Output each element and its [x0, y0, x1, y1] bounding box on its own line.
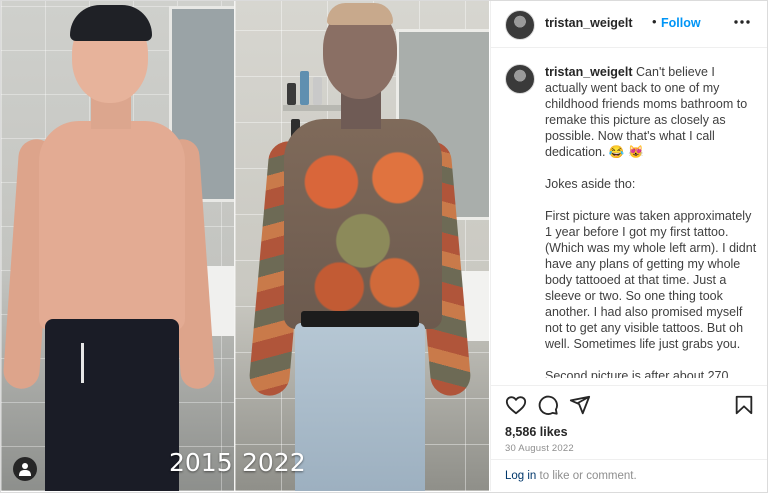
- year-label-2022: 2022: [242, 448, 306, 477]
- year-label-2015: 2015: [169, 448, 233, 477]
- action-bar: [491, 385, 767, 420]
- caption-text: tristan_weigelt Can't believe I actually…: [545, 64, 757, 378]
- more-options-icon[interactable]: [733, 14, 751, 30]
- person-icon: [19, 463, 31, 476]
- caption-paragraph: tristan_weigelt Can't believe I actually…: [545, 64, 757, 160]
- bookmark-icon[interactable]: [733, 394, 755, 416]
- bottle: [287, 83, 296, 105]
- shelf: [283, 105, 343, 111]
- login-prompt-text: to like or comment.: [536, 470, 637, 482]
- header-separator: •: [652, 14, 657, 29]
- person-cap: [70, 5, 152, 41]
- post-header: tristan_weigelt • Follow: [491, 1, 767, 48]
- caption-paragraph-text: Can't believe I actually went back to on…: [545, 65, 748, 159]
- share-icon[interactable]: [569, 394, 591, 416]
- header-username[interactable]: tristan_weigelt: [545, 16, 633, 30]
- drawstring: [81, 343, 94, 383]
- person-pants: [45, 319, 179, 491]
- tagged-user-icon[interactable]: [13, 457, 37, 481]
- person-torso: [39, 121, 185, 331]
- likes-count[interactable]: 8,586 likes: [505, 425, 568, 439]
- login-link[interactable]: Log in: [505, 470, 536, 482]
- login-bar: Log in to like or comment.: [491, 459, 767, 492]
- person-belt: [301, 311, 419, 327]
- person-jeans: [295, 323, 425, 491]
- caption-avatar[interactable]: [505, 64, 535, 94]
- caption-username[interactable]: tristan_weigelt: [545, 65, 633, 79]
- bottle: [313, 77, 322, 105]
- login-prompt: Log in to like or comment.: [505, 470, 637, 482]
- follow-button[interactable]: Follow: [661, 16, 701, 30]
- post-photo[interactable]: 2015 2022: [1, 1, 489, 491]
- person-hair: [327, 3, 393, 25]
- photo-panel-2015: [1, 1, 237, 491]
- avatar[interactable]: [505, 10, 535, 40]
- comment-icon[interactable]: [537, 394, 559, 416]
- caption-paragraph: First picture was taken approximately 1 …: [545, 209, 757, 351]
- person-torso: [284, 119, 442, 329]
- bottle: [300, 71, 309, 105]
- post-date[interactable]: 30 August 2022: [505, 443, 574, 454]
- heart-icon[interactable]: [505, 394, 527, 416]
- post-sidebar: tristan_weigelt • Follow tristan_weigelt…: [490, 1, 767, 491]
- caption-paragraph: Second picture is after about 270 hours …: [545, 369, 729, 378]
- caption-paragraph: Jokes aside tho:: [545, 177, 636, 191]
